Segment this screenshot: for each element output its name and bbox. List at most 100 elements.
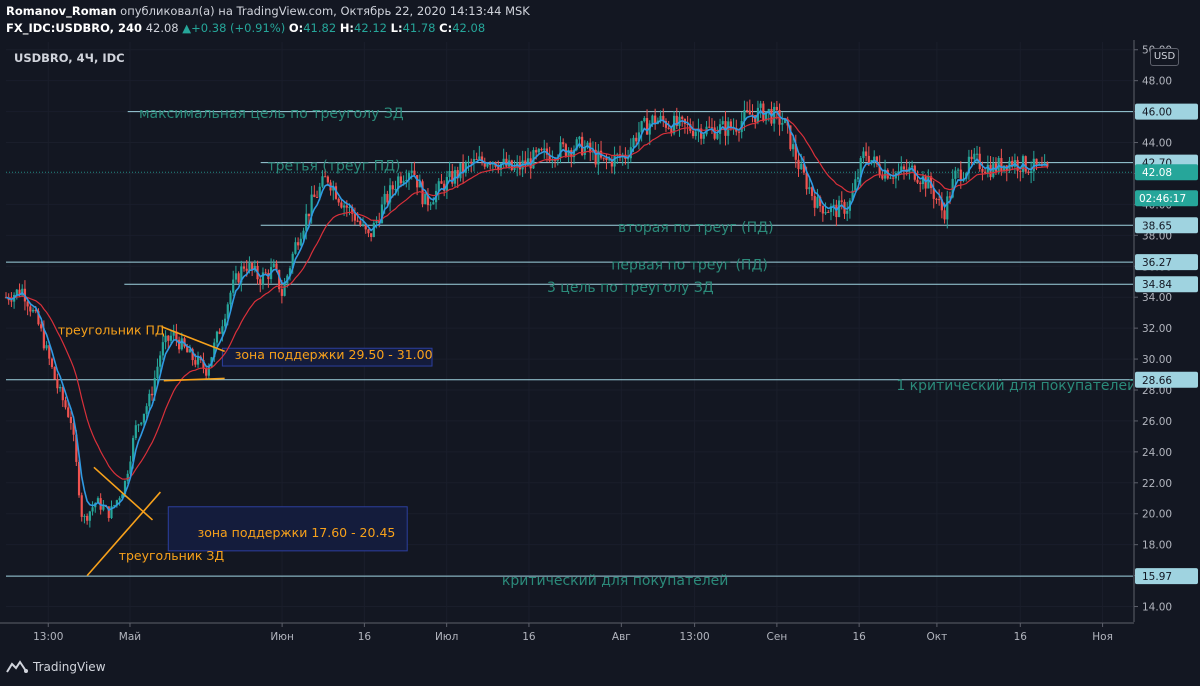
candle-body xyxy=(970,156,973,160)
low-label: L: xyxy=(390,21,403,35)
candle-body xyxy=(954,170,957,179)
candle-body xyxy=(892,177,895,179)
price-chart[interactable]: максимальная цель по треуголу ЗД третья (… xyxy=(0,40,1200,651)
candle-body xyxy=(264,272,267,274)
time-tick-label: 16 xyxy=(1014,631,1028,643)
candle-body xyxy=(946,196,949,220)
tradingview-logo[interactable]: TradingView xyxy=(6,660,106,674)
level-price-tag: 28.66 xyxy=(1142,375,1172,387)
candle-body xyxy=(854,179,857,191)
candle-body xyxy=(691,130,695,137)
high-value: 42.12 xyxy=(354,21,387,35)
candle-body xyxy=(242,266,246,269)
candle-body xyxy=(805,172,808,190)
candle-body xyxy=(564,144,567,156)
price-tick-label: 24.00 xyxy=(1142,447,1172,459)
candle-body xyxy=(223,318,227,327)
candle-body xyxy=(294,242,297,254)
open-value: 41.82 xyxy=(303,21,337,35)
tradingview-logo-icon xyxy=(6,660,28,673)
candle-body xyxy=(440,181,443,184)
price-tick-label: 48.00 xyxy=(1142,76,1172,88)
candle-body xyxy=(50,358,54,368)
candle-body xyxy=(272,263,275,268)
time-tick-label: 16 xyxy=(358,631,372,643)
candle-body xyxy=(280,289,283,296)
candle-body xyxy=(916,179,919,183)
candle-body xyxy=(259,279,262,285)
candle-body xyxy=(681,116,684,119)
candle-body xyxy=(1027,171,1030,174)
candle-body xyxy=(562,142,565,145)
time-tick-label: 13:00 xyxy=(33,631,63,643)
candle-body xyxy=(194,360,197,365)
published-text: опубликовал(а) на TradingView.com, Октяб… xyxy=(116,4,530,18)
candle-body xyxy=(370,233,373,237)
candle-body xyxy=(467,161,470,163)
level-price-tag: 38.65 xyxy=(1142,220,1172,232)
candle-body xyxy=(448,171,451,177)
level-price-tag: 15.97 xyxy=(1142,571,1172,583)
annotation-label: треугольник ЗД xyxy=(119,548,225,563)
candle-body xyxy=(992,163,995,178)
annotation-label: 3 цель по треуголу ЗД xyxy=(547,280,714,296)
candle-body xyxy=(824,211,827,214)
annotation-label: вторая по треуг (ПД) xyxy=(618,220,774,236)
candle-body xyxy=(956,169,960,171)
candle-body xyxy=(167,335,170,341)
price-tick-label: 20.00 xyxy=(1142,509,1172,521)
candle-body xyxy=(889,177,892,179)
candle-body xyxy=(846,210,849,214)
candle-body xyxy=(340,202,343,208)
price-tick-label: 34.00 xyxy=(1142,292,1172,304)
candle-body xyxy=(53,367,56,380)
level-price-tag: 36.27 xyxy=(1142,257,1172,269)
candle-body xyxy=(410,170,413,173)
candle-body xyxy=(142,413,146,423)
candle-body xyxy=(773,106,776,124)
candle-body xyxy=(416,175,419,188)
time-tick-label: Июл xyxy=(435,631,458,643)
close-value: 42.08 xyxy=(452,21,486,35)
candle-body xyxy=(535,150,538,153)
price-tick-label: 44.00 xyxy=(1142,138,1172,150)
candle-body xyxy=(91,507,94,512)
candle-body xyxy=(429,204,432,206)
candle-body xyxy=(29,306,32,312)
candle-body xyxy=(169,335,173,341)
candle-body xyxy=(372,222,375,237)
candle-body xyxy=(145,406,148,414)
candle-body xyxy=(867,155,870,164)
publication-header: Romanov_Roman опубликовал(а) на TradingV… xyxy=(0,0,1200,40)
time-tick-label: Авг xyxy=(612,631,631,643)
candle-body xyxy=(873,156,876,161)
price-tick-label: 26.00 xyxy=(1142,416,1172,428)
candle-body xyxy=(748,110,751,115)
open-label: O: xyxy=(288,21,304,35)
annotation-label: 1 критический для покупателей xyxy=(896,378,1136,394)
candle-body xyxy=(140,422,143,425)
price-change: +0.38 (+0.91%) xyxy=(191,21,286,35)
candle-body xyxy=(375,220,378,223)
candle-body xyxy=(602,157,605,159)
candle-body xyxy=(813,195,816,208)
author-name[interactable]: Romanov_Roman xyxy=(6,4,117,18)
candle-body xyxy=(321,176,324,187)
candle-body xyxy=(118,498,121,501)
candle-body xyxy=(821,206,824,214)
candle-body xyxy=(232,279,235,293)
candle-body xyxy=(800,163,803,170)
candle-body xyxy=(67,407,70,417)
candle-body xyxy=(353,213,357,221)
candle-body xyxy=(702,134,705,139)
currency-button[interactable]: USD xyxy=(1150,48,1179,66)
candle-body xyxy=(935,198,938,200)
countdown-timer: 02:46:17 xyxy=(1139,193,1186,205)
ohlc-legend: FX_IDC:USDBRO, 240 42.08 ▲+0.38 (+0.91%)… xyxy=(6,21,485,35)
candle-body xyxy=(432,202,435,205)
candle-body xyxy=(58,386,62,389)
candle-body xyxy=(862,151,865,159)
candle-body xyxy=(797,159,800,170)
candle-body xyxy=(459,163,462,179)
candle-body xyxy=(345,205,348,208)
